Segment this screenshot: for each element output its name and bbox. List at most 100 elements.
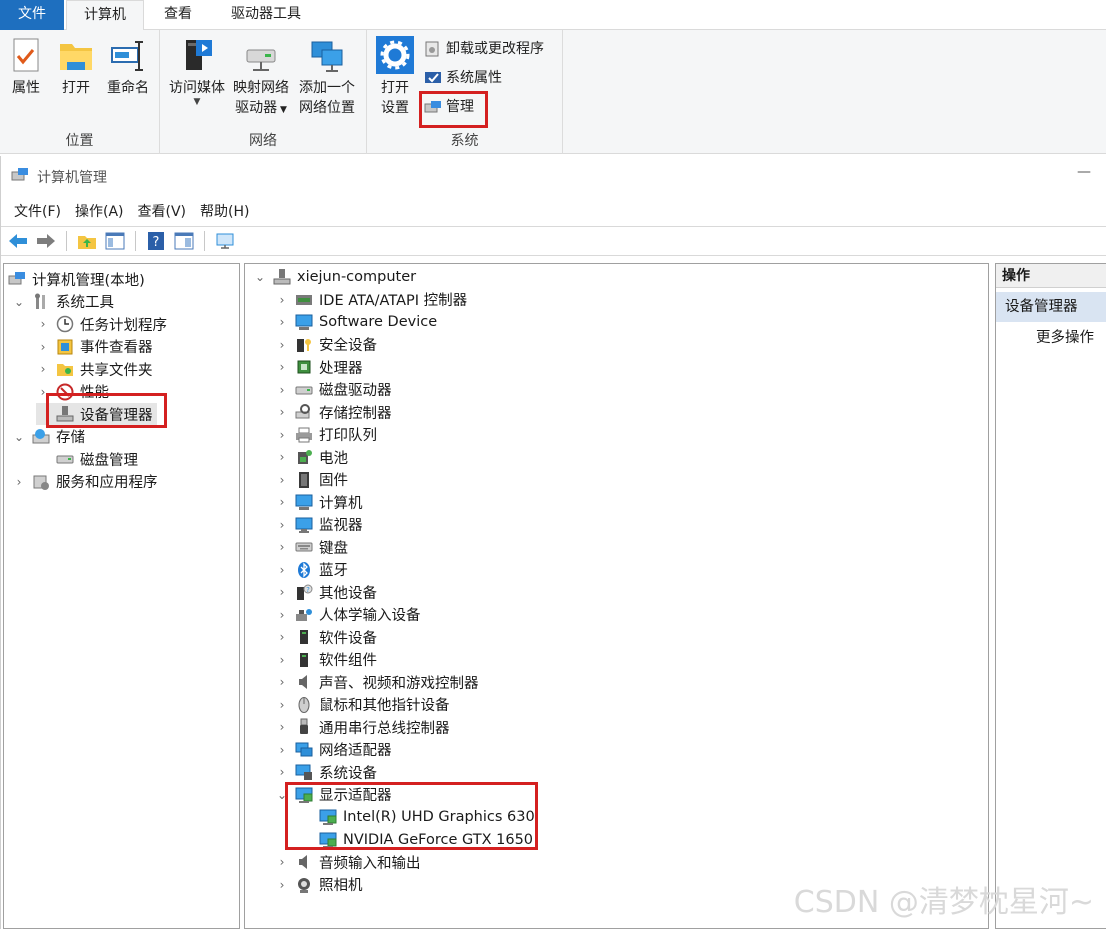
menu-view[interactable]: 查看(V) [131,201,194,221]
tree-item[interactable]: 磁盘管理 [36,448,138,470]
minimize-button[interactable]: — [1077,164,1091,180]
tree-item[interactable]: › 事件查看器 [36,336,153,358]
map-network-drive-button[interactable]: 映射网络 驱动器 ▼ [230,36,292,120]
device-category[interactable]: › 监视器 [275,514,363,536]
chevron-right-icon[interactable]: › [275,743,289,757]
back-arrow-icon[interactable] [7,230,29,252]
chevron-right-icon[interactable]: › [275,720,289,734]
menu-file[interactable]: 文件(F) [7,201,68,221]
device-category[interactable]: › 电池 [275,446,348,468]
device-category[interactable]: ›? 其他设备 [275,581,377,603]
device-category[interactable]: › IDE ATA/ATAPI 控制器 [275,289,468,311]
chevron-down-icon[interactable]: ⌄ [12,430,26,444]
device-category[interactable]: › 处理器 [275,356,363,378]
system-properties-button[interactable]: 系统属性 [424,65,502,91]
tree-item[interactable]: 设备管理器 [36,403,157,425]
open-settings-button[interactable]: 打开 设置 [373,36,417,118]
properties-button[interactable]: 属性 [4,36,48,98]
device-category[interactable]: › 音频输入和输出 [275,851,421,873]
chevron-right-icon[interactable]: › [275,428,289,442]
device-category[interactable]: › 软件组件 [275,649,377,671]
device-category[interactable]: › Software Device [275,311,437,333]
forward-arrow-icon[interactable] [35,230,57,252]
chevron-right-icon[interactable]: › [36,317,50,331]
chevron-right-icon[interactable]: › [275,630,289,644]
tree-item[interactable]: 计算机管理(本地) [8,268,145,290]
chevron-right-icon[interactable]: › [12,475,26,489]
device-category[interactable]: › 人体学输入设备 [275,604,421,626]
chevron-right-icon[interactable]: › [275,563,289,577]
chevron-down-icon[interactable]: ⌄ [275,788,289,802]
chevron-right-icon[interactable]: › [275,450,289,464]
manage-button[interactable]: 管理 [424,94,474,120]
chevron-right-icon[interactable]: › [275,360,289,374]
show-hide-tree-icon[interactable] [104,230,126,252]
chevron-right-icon[interactable]: › [275,473,289,487]
tree-item[interactable]: › 共享文件夹 [36,358,153,380]
chevron-right-icon[interactable]: › [275,338,289,352]
keyboard-icon [295,538,313,556]
monitor-icon[interactable] [214,230,236,252]
tab-file[interactable]: 文件 [0,0,64,30]
device-category[interactable]: › 存储控制器 [275,401,392,423]
device-category[interactable]: › 声音、视频和游戏控制器 [275,671,479,693]
chevron-right-icon[interactable]: › [36,362,50,376]
chevron-right-icon[interactable]: › [275,855,289,869]
tree-item[interactable]: › 性能 [36,381,109,403]
menu-action[interactable]: 操作(A) [68,201,131,221]
device-category[interactable]: › 通用串行总线控制器 [275,716,450,738]
chevron-right-icon[interactable]: › [275,878,289,892]
chevron-right-icon[interactable]: › [275,675,289,689]
rename-button[interactable]: 重命名 [102,36,154,98]
tree-item[interactable]: ⌄ 系统工具 [12,291,114,313]
tab-view[interactable]: 查看 [146,0,210,30]
chevron-right-icon[interactable]: › [275,495,289,509]
action-device-manager[interactable]: 设备管理器 [996,292,1106,322]
device-category[interactable]: › 蓝牙 [275,559,348,581]
chevron-down-icon[interactable]: ⌄ [12,295,26,309]
tree-item[interactable]: ⌄ 存储 [12,426,85,448]
tab-drive-tools[interactable]: 驱动器工具 [212,0,320,30]
tab-computer[interactable]: 计算机 [66,0,144,31]
device-category[interactable]: › 软件设备 [275,626,377,648]
chevron-down-icon[interactable]: ⌄ [253,270,267,284]
more-actions-link[interactable]: 更多操作 [1036,326,1094,347]
tree-item[interactable]: › 任务计划程序 [36,313,167,335]
up-folder-icon[interactable] [76,230,98,252]
chevron-right-icon[interactable]: › [275,765,289,779]
chevron-right-icon[interactable]: › [36,385,50,399]
access-media-button[interactable]: 访问媒体 ▼ [164,36,230,107]
device-category[interactable]: › 磁盘驱动器 [275,379,392,401]
device-category[interactable]: › 安全设备 [275,334,377,356]
menu-help[interactable]: 帮助(H) [193,201,256,221]
properties-pane-icon[interactable] [173,230,195,252]
device-category[interactable]: › 打印队列 [275,424,377,446]
chevron-right-icon[interactable]: › [275,698,289,712]
chevron-right-icon[interactable]: › [275,540,289,554]
chevron-right-icon[interactable]: › [36,340,50,354]
display-adapter-item[interactable]: Intel(R) UHD Graphics 630 [319,806,535,828]
device-category[interactable]: › 网络适配器 [275,739,392,761]
uninstall-program-button[interactable]: 卸载或更改程序 [424,36,544,62]
device-tree-root[interactable]: ⌄ xiejun-computer [253,266,416,288]
device-category[interactable]: › 键盘 [275,536,348,558]
open-button[interactable]: 打开 [54,36,98,98]
device-category[interactable]: › 照相机 [275,874,363,896]
chevron-right-icon[interactable]: › [275,315,289,329]
add-network-location-button[interactable]: 添加一个 网络位置 [294,36,360,118]
device-category[interactable]: › 系统设备 [275,761,377,783]
chevron-right-icon[interactable]: › [275,405,289,419]
chevron-right-icon[interactable]: › [275,518,289,532]
chevron-right-icon[interactable]: › [275,383,289,397]
tree-item[interactable]: › 服务和应用程序 [12,471,158,493]
device-category[interactable]: ⌄ 显示适配器 [275,784,392,806]
chevron-right-icon[interactable]: › [275,653,289,667]
chevron-right-icon[interactable]: › [275,585,289,599]
device-category[interactable]: › 计算机 [275,491,363,513]
chevron-right-icon[interactable]: › [275,293,289,307]
device-category[interactable]: › 固件 [275,469,348,491]
device-category[interactable]: › 鼠标和其他指针设备 [275,694,450,716]
display-adapter-item[interactable]: NVIDIA GeForce GTX 1650 [319,829,533,851]
chevron-right-icon[interactable]: › [275,608,289,622]
help-icon[interactable]: ? [145,230,167,252]
